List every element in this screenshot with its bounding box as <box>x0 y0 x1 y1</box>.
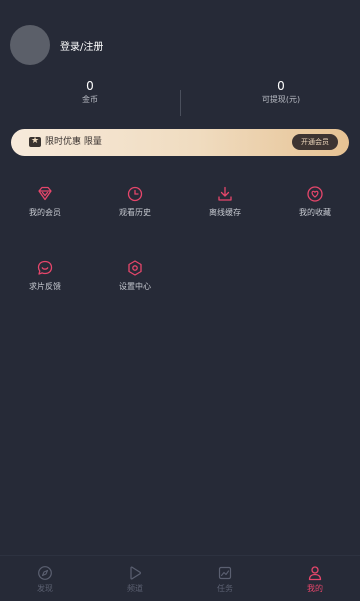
heart-icon <box>307 186 323 202</box>
grid-label-settings: 设置中心 <box>119 282 151 291</box>
tab-channel[interactable]: 频道 <box>90 565 180 594</box>
grid-item-settings[interactable]: 设置中心 <box>90 259 180 292</box>
tab-discover[interactable]: 发现 <box>0 565 90 594</box>
play-icon <box>130 566 141 580</box>
bottom-tab-bar: 发现 频道 任务 我的 <box>0 555 360 601</box>
coins-label: 金币 <box>82 95 98 104</box>
grid-label-feedback: 求片反馈 <box>29 282 61 291</box>
download-icon <box>218 186 232 201</box>
withdrawable-stat[interactable]: 0 可提现(元) <box>180 78 360 106</box>
login-register-link[interactable]: 登录/注册 <box>60 38 103 53</box>
tab-mine[interactable]: 我的 <box>270 565 360 594</box>
chat-smile-icon <box>37 260 53 275</box>
grid-label-favorites: 我的收藏 <box>299 208 331 217</box>
tab-label-tasks: 任务 <box>217 584 233 593</box>
vip-promo-banner[interactable]: 限时优惠 限量 开通会员 <box>11 129 349 156</box>
coins-value: 0 <box>86 79 94 93</box>
tab-label-channel: 频道 <box>127 584 143 593</box>
grid-item-favorites[interactable]: 我的收藏 <box>270 185 360 218</box>
grid-item-offline-cache[interactable]: 离线缓存 <box>180 185 270 218</box>
ticket-star-icon <box>29 136 41 147</box>
diamond-icon <box>38 186 52 201</box>
compass-icon <box>38 566 52 580</box>
tab-tasks[interactable]: 任务 <box>180 565 270 594</box>
coins-stat[interactable]: 0 金币 <box>0 78 180 106</box>
grid-label-offline-cache: 离线缓存 <box>209 208 241 217</box>
tab-label-discover: 发现 <box>37 584 53 593</box>
chart-icon <box>218 566 232 580</box>
grid-item-membership[interactable]: 我的会员 <box>0 185 90 218</box>
withdrawable-value: 0 <box>277 79 285 93</box>
tab-label-mine: 我的 <box>307 584 323 593</box>
open-vip-button[interactable]: 开通会员 <box>292 134 338 150</box>
stats-divider <box>180 90 181 116</box>
user-icon <box>308 566 322 581</box>
avatar[interactable] <box>10 25 50 65</box>
settings-hexagon-icon <box>128 260 142 276</box>
grid-label-history: 观看历史 <box>119 208 151 217</box>
vip-promo-text: 限时优惠 限量 <box>45 137 102 147</box>
grid-item-history[interactable]: 观看历史 <box>90 185 180 218</box>
profile-header: 登录/注册 <box>0 0 360 75</box>
grid-item-feedback[interactable]: 求片反馈 <box>0 259 90 292</box>
withdrawable-label: 可提现(元) <box>261 95 301 104</box>
clock-icon <box>127 186 143 202</box>
grid-label-membership: 我的会员 <box>29 208 61 217</box>
